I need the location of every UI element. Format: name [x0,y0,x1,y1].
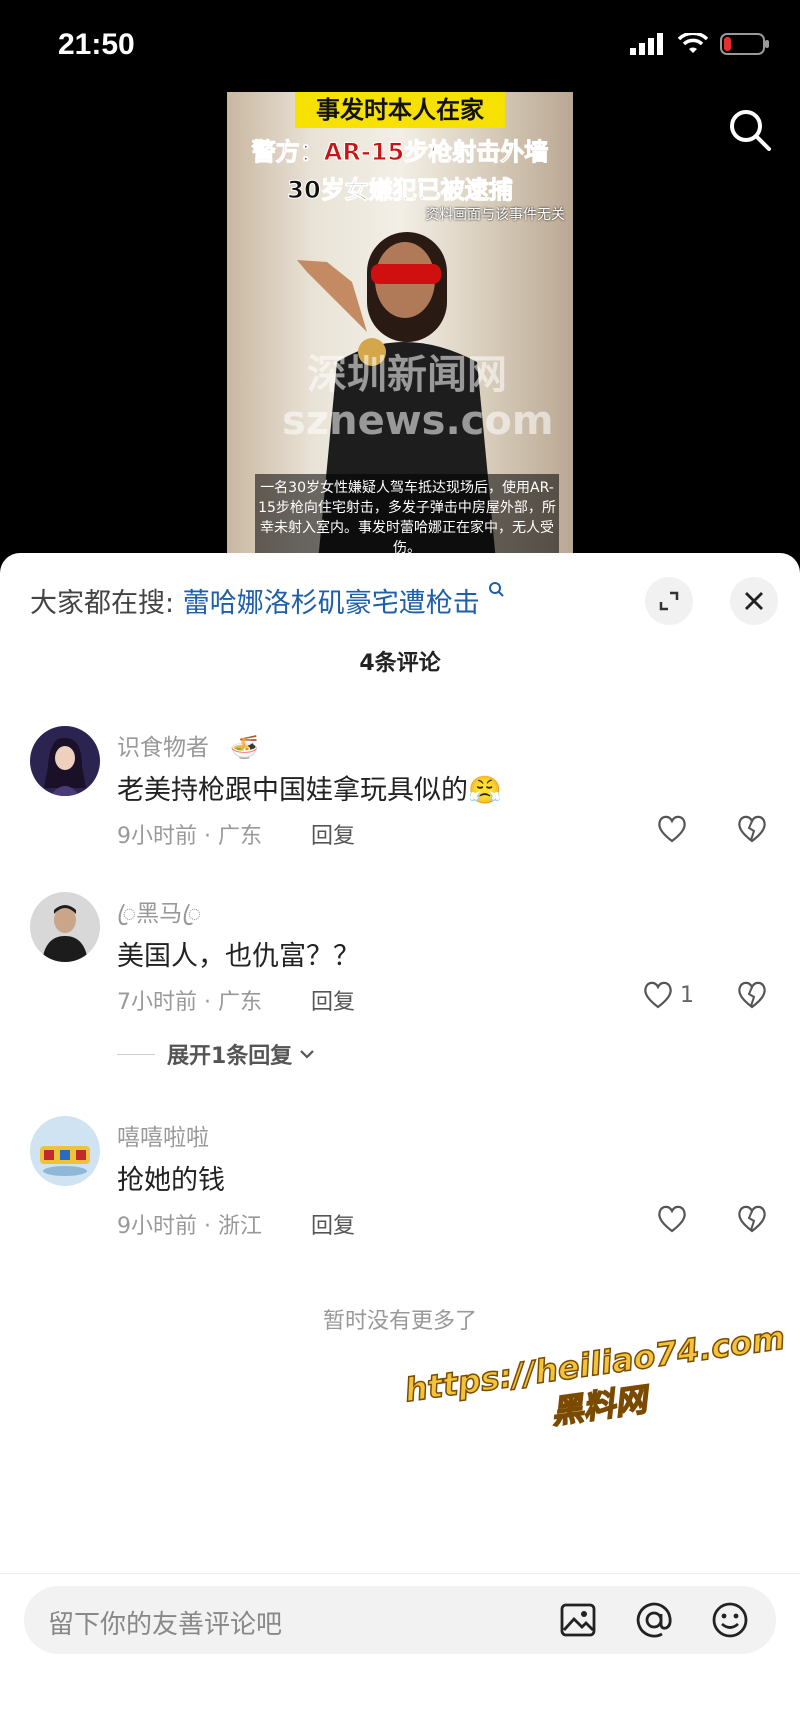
like-button[interactable] [656,1204,688,1234]
expand-replies-button[interactable]: 展开1条回复 [117,1038,316,1070]
expand-button[interactable] [645,577,693,625]
broken-heart-icon [738,1205,766,1233]
reply-button[interactable]: 回复 [311,818,355,850]
comment-username[interactable]: 识食物者 🍜 [117,728,259,762]
trending-prefix: 大家都在搜: [30,588,175,619]
watermark-cn: 深圳新闻网 [307,352,507,398]
comments-sheet: 大家都在搜: 蕾哈娜洛杉矶豪宅遭枪击 4条评论 识食物者 🍜 老美持枪跟中国娃拿… [0,553,800,1731]
input-divider [0,1573,800,1574]
like-button[interactable] [656,814,688,844]
video-caption-black: 30岁女嫌犯已被逮捕 [287,176,513,205]
like-button[interactable]: 1 [642,980,694,1010]
broken-heart-icon [738,981,766,1009]
comment-text: 美国人，也仇富？？ [117,941,360,972]
battery-icon [720,33,769,55]
avatar[interactable] [30,1116,100,1186]
video-player[interactable]: 事发时本人在家 警方：AR-15步枪射击外墙 30岁女嫌犯已被逮捕 资料画面与该… [227,92,573,555]
status-time: 21:50 [58,28,135,61]
broken-heart-icon [738,815,766,843]
expand-replies-label: 展开1条回复 [167,1044,293,1069]
signal-icon [630,33,663,55]
avatar[interactable] [30,726,100,796]
dislike-button[interactable] [736,1204,768,1238]
trending-search[interactable]: 大家都在搜: 蕾哈娜洛杉矶豪宅遭枪击 [30,581,505,620]
comment-meta: 9小时前 · 广东 [117,824,262,849]
comment-meta: 9小时前 · 浙江 [117,1214,262,1239]
dislike-button[interactable] [736,980,768,1014]
comment-text: 抢她的钱 [117,1165,225,1196]
mention-icon[interactable] [634,1600,674,1640]
reply-button[interactable]: 回复 [311,1208,355,1240]
close-icon [745,592,763,610]
close-button[interactable] [730,577,778,625]
comment-meta: 7小时前 · 广东 [117,990,262,1015]
heart-icon [644,981,672,1009]
video-caption-red: 警方：AR-15步枪射击外墙 [251,138,549,167]
search-icon[interactable] [728,108,772,152]
comment-text: 老美持枪跟中国娃拿玩具似的😤 [117,775,502,806]
video-caption-note: 资料画面与该事件无关 [425,207,565,223]
expand-icon [659,591,679,611]
heart-icon [658,815,686,843]
status-icons [630,32,770,56]
video-description: 一名30岁女性嫌疑人驾车抵达现场后，使用AR-15步枪向住宅射击，多发子弹击中房… [255,474,559,555]
chevron-down-icon [300,1050,315,1059]
video-caption-yellow: 事发时本人在家 [295,92,505,128]
comment-input-bar[interactable]: 留下你的友善评论吧 [24,1586,776,1654]
like-count: 1 [680,982,694,1008]
comment-count: 4条评论 [359,651,441,676]
dislike-button[interactable] [736,814,768,848]
small-search-icon [489,582,505,597]
expand-divider [117,1053,155,1055]
comment-input[interactable]: 留下你的友善评论吧 [48,1604,282,1641]
watermark-en: sznews.com [282,398,554,444]
heart-icon [658,1205,686,1233]
emoji-icon[interactable] [710,1600,750,1640]
wifi-icon [678,33,708,53]
avatar[interactable] [30,892,100,962]
video-watermark: 深圳新闻网 sznews.com [282,352,554,444]
status-bar: 21:50 [0,0,800,90]
noodle-badge-icon: 🍜 [230,735,259,761]
overlay-watermark: https://heiliao74.com 黑料网 [402,1317,790,1453]
reply-button[interactable]: 回复 [311,984,355,1016]
trending-query-link[interactable]: 蕾哈娜洛杉矶豪宅遭枪击 [183,588,480,619]
comment-username[interactable]: 嘻嘻啦啦 [117,1118,209,1152]
image-icon[interactable] [558,1600,598,1640]
